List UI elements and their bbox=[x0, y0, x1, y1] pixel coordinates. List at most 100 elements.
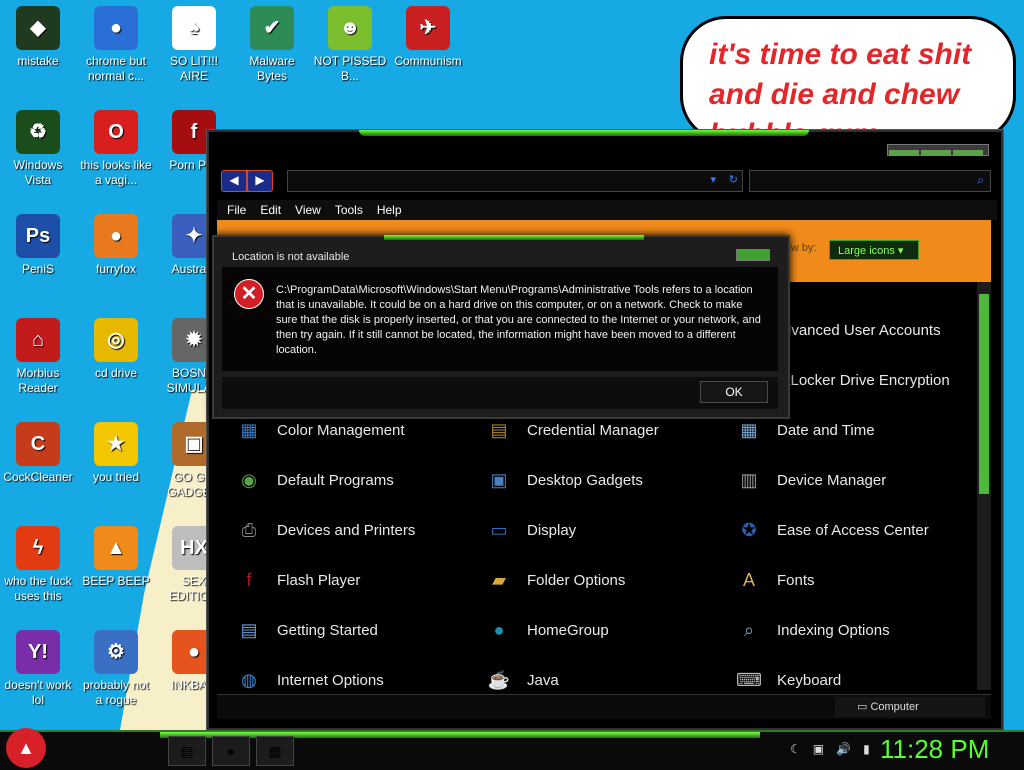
address-bar[interactable]: ▾ ↻ bbox=[287, 170, 743, 192]
list-item[interactable]: A Fonts bbox=[733, 560, 815, 600]
list-item[interactable]: ● HomeGroup bbox=[483, 610, 609, 650]
vertical-scrollbar[interactable] bbox=[977, 282, 991, 690]
list-item-advanced-user-accounts[interactable]: dvanced User Accounts bbox=[783, 310, 941, 350]
menu-file[interactable]: File bbox=[223, 200, 250, 220]
list-item[interactable]: ▥ Device Manager bbox=[733, 460, 886, 500]
desktop-icon[interactable]: ⌂ Morbius Reader bbox=[0, 312, 76, 396]
tray-extra-icon[interactable]: ▮ bbox=[863, 742, 870, 756]
desktop-icon-label: Malware Bytes bbox=[249, 54, 295, 83]
list-item[interactable]: ⎙ Devices and Printers bbox=[233, 510, 416, 550]
tray-moon-icon[interactable]: ☾ bbox=[790, 742, 801, 756]
list-item[interactable]: ◉ Default Programs bbox=[233, 460, 394, 500]
item-icon: ✪ bbox=[741, 519, 757, 540]
desktop-icon[interactable]: ▲ BEEP BEEP bbox=[78, 520, 154, 589]
list-item[interactable]: ⌕ Indexing Options bbox=[733, 610, 890, 650]
desktop-icon[interactable]: ★ you tried bbox=[78, 416, 154, 485]
desktop-icon[interactable]: C CockCleaner bbox=[0, 416, 76, 485]
search-icon[interactable]: ⌕ bbox=[977, 173, 984, 188]
desktop-icon-label: this looks like a vagi... bbox=[80, 158, 152, 187]
ok-button[interactable]: OK bbox=[700, 381, 768, 403]
item-icon: ▭ bbox=[490, 519, 508, 540]
scrollbar-thumb[interactable] bbox=[979, 294, 989, 494]
list-item[interactable]: ▭ Display bbox=[483, 510, 576, 550]
list-item[interactable]: f Flash Player bbox=[233, 560, 360, 600]
item-label: Fonts bbox=[777, 571, 815, 589]
desktop-icon[interactable]: Y! doesn't work lol bbox=[0, 624, 76, 708]
tray-network-icon[interactable]: ▣ bbox=[813, 742, 824, 756]
menu-edit[interactable]: Edit bbox=[256, 200, 285, 220]
start-button[interactable]: ▲ bbox=[6, 728, 46, 768]
item-icon: f bbox=[246, 569, 252, 590]
desktop-icon[interactable]: ● chrome but normal c... bbox=[78, 0, 154, 84]
desktop-icon[interactable]: ✔ Malware Bytes bbox=[234, 0, 310, 84]
view-mode-value: Large icons bbox=[838, 245, 895, 257]
search-input[interactable]: ⌕ bbox=[749, 170, 991, 192]
item-icon: ⎙ bbox=[241, 519, 257, 540]
view-mode-dropdown[interactable]: Large icons ▾ bbox=[829, 240, 919, 260]
desktop-icon[interactable]: ☻ NOT PISSED B... bbox=[312, 0, 388, 84]
desktop-icon[interactable]: ♠ SO LIT!!! AIRE bbox=[156, 0, 232, 84]
item-icon: ▣ bbox=[490, 469, 508, 490]
item-icon: ▥ bbox=[740, 469, 758, 490]
desktop-icon-image: ◎ bbox=[94, 318, 138, 362]
item-label: Default Programs bbox=[277, 471, 394, 489]
desktop-icon-label: Morbius Reader bbox=[16, 366, 60, 395]
list-item[interactable]: ⌨ Keyboard bbox=[733, 660, 841, 690]
desktop-icon-label: mistake bbox=[17, 54, 59, 68]
list-item[interactable]: ▤ Getting Started bbox=[233, 610, 377, 650]
list-item[interactable]: ▣ Desktop Gadgets bbox=[483, 460, 642, 500]
list-item[interactable]: ☕ Java bbox=[483, 660, 559, 690]
desktop-icon[interactable]: ✈ Communism bbox=[390, 0, 466, 69]
desktop-icon[interactable]: Ps PeniS bbox=[0, 208, 76, 277]
desktop-icon[interactable]: ● furryfox bbox=[78, 208, 154, 277]
desktop-icon-label: chrome but normal c... bbox=[85, 54, 147, 83]
desktop-icon[interactable]: ◆ mistake bbox=[0, 0, 76, 69]
taskbar-control-panel[interactable]: ▦ bbox=[256, 736, 294, 766]
chevron-down-icon[interactable]: ▾ bbox=[710, 173, 716, 186]
item-label: Credential Manager bbox=[527, 421, 659, 439]
item-label: Java bbox=[527, 671, 559, 689]
window-controls[interactable] bbox=[887, 144, 989, 156]
list-item[interactable]: ▰ Folder Options bbox=[483, 560, 625, 600]
desktop-icon[interactable]: ϟ who the fuck uses this bbox=[0, 520, 76, 604]
item-icon: ● bbox=[493, 619, 505, 640]
dialog-message: C:\ProgramData\Microsoft\Windows\Start M… bbox=[276, 284, 761, 356]
control-panel-window: ◀ ▶ ▾ ↻ ⌕ File Edit View Tools Help View… bbox=[207, 130, 1003, 730]
taskbar-chrome[interactable]: ● bbox=[212, 736, 250, 766]
taskbar-explorer[interactable]: ▤ bbox=[168, 736, 206, 766]
item-label: Display bbox=[527, 521, 577, 539]
item-icon: ☕ bbox=[487, 669, 511, 690]
desktop-icon-label: NOT PISSED B... bbox=[313, 54, 387, 83]
desktop-icon-label: CockCleaner bbox=[3, 470, 73, 484]
list-item[interactable]: ◍ Internet Options bbox=[233, 660, 384, 690]
tray-volume-icon[interactable]: 🔊 bbox=[836, 742, 851, 756]
refresh-icon[interactable]: ↻ bbox=[729, 173, 738, 186]
item-label: Folder Options bbox=[527, 571, 626, 589]
dialog-footer: OK bbox=[222, 377, 778, 409]
desktop-icon-label: furryfox bbox=[95, 262, 136, 276]
chrome-icon: ● bbox=[226, 743, 236, 759]
error-icon: ✕ bbox=[234, 279, 264, 309]
back-button[interactable]: ◀ bbox=[222, 171, 246, 191]
dialog-title: Location is not available bbox=[232, 251, 350, 263]
menu-tools[interactable]: Tools bbox=[331, 200, 367, 220]
taskbar-clock[interactable]: 11:28 PM bbox=[880, 734, 989, 765]
item-icon: ◉ bbox=[241, 469, 257, 490]
menu-view[interactable]: View bbox=[291, 200, 325, 220]
forward-button[interactable]: ▶ bbox=[248, 171, 272, 191]
desktop-icon[interactable]: Othis looks like a vagi... bbox=[78, 104, 154, 188]
close-button[interactable] bbox=[736, 249, 770, 261]
list-item[interactable]: ✪ Ease of Access Center bbox=[733, 510, 928, 550]
desktop-icon-image: ☻ bbox=[328, 6, 372, 50]
desktop-icon[interactable]: ◎ cd drive bbox=[78, 312, 154, 381]
desktop-icon-image: ✈ bbox=[406, 6, 450, 50]
list-item-bitlocker[interactable]: itLocker Drive Encryption bbox=[783, 360, 950, 400]
desktop-icon-label: PeniS bbox=[21, 262, 55, 276]
menu-help[interactable]: Help bbox=[373, 200, 406, 220]
item-label: HomeGroup bbox=[527, 621, 609, 639]
desktop-icon[interactable]: ♻ Windows Vista bbox=[0, 104, 76, 188]
desktop-icon-label: Communism bbox=[394, 54, 462, 68]
desktop-icon[interactable]: ⚙ probably not a rogue bbox=[78, 624, 154, 708]
desktop-icon-label: SO LIT!!! AIRE bbox=[169, 54, 218, 83]
item-icon: ⌕ bbox=[743, 619, 755, 640]
